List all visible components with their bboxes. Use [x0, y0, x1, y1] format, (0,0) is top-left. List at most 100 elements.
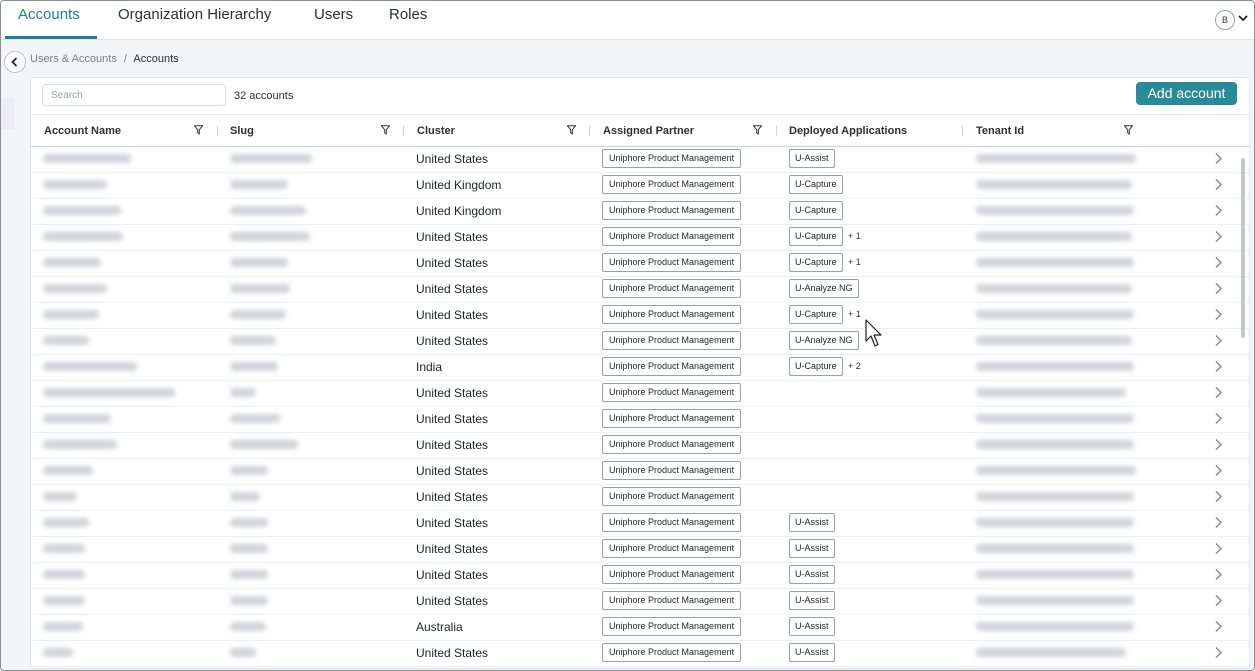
table-row[interactable]: United States Uniphore Product Management… [31, 250, 1249, 277]
mouse-cursor-icon [865, 319, 882, 347]
table-row[interactable]: United States Uniphore Product Management… [31, 510, 1249, 537]
search-input[interactable] [42, 84, 226, 106]
chevron-right-icon[interactable] [1214, 516, 1223, 529]
collapse-sidebar-button[interactable] [4, 51, 26, 73]
slug-redacted [230, 570, 268, 579]
more-applications-count[interactable]: + 2 [848, 361, 861, 371]
chevron-right-icon[interactable] [1214, 594, 1223, 607]
column-separator [217, 126, 218, 136]
chevron-right-icon[interactable] [1214, 646, 1223, 659]
application-badge: U-Assist [789, 565, 835, 584]
application-badge: U-Analyze NG [789, 279, 859, 298]
table-row[interactable]: United Kingdom Uniphore Product Managemen… [31, 198, 1249, 225]
filter-icon[interactable] [567, 125, 576, 135]
scrollbar[interactable] [1241, 158, 1245, 338]
chevron-right-icon[interactable] [1214, 178, 1223, 191]
chevron-right-icon[interactable] [1214, 204, 1223, 217]
column-separator [776, 126, 777, 136]
table-row[interactable]: United States Uniphore Product Management… [31, 328, 1249, 355]
chevron-right-icon[interactable] [1214, 230, 1223, 243]
table-row[interactable]: United States Uniphore Product Management [31, 458, 1249, 485]
chevron-right-icon[interactable] [1214, 542, 1223, 555]
chevron-right-icon[interactable] [1214, 282, 1223, 295]
table-row[interactable]: United Kingdom Uniphore Product Managemen… [31, 172, 1249, 199]
chevron-right-icon[interactable] [1214, 464, 1223, 477]
table-row[interactable]: United States Uniphore Product Management [31, 484, 1249, 511]
table-row[interactable]: India Uniphore Product Management U-Captur… [31, 354, 1249, 381]
column-header-tenant-id[interactable]: Tenant Id [976, 125, 1024, 137]
breadcrumb-separator: / [123, 53, 127, 65]
avatar[interactable]: B [1215, 10, 1235, 30]
account-name-redacted [43, 206, 121, 215]
account-name-redacted [43, 258, 101, 267]
slug-redacted [230, 622, 266, 631]
filter-icon[interactable] [194, 125, 203, 135]
chevron-right-icon[interactable] [1214, 490, 1223, 503]
tab-organization-hierarchy[interactable]: Organization Hierarchy [118, 6, 271, 23]
tenant-id-redacted [976, 544, 1134, 553]
tenant-id-redacted [976, 466, 1136, 475]
sidebar-hint [1, 99, 15, 129]
tab-accounts[interactable]: Accounts [18, 6, 80, 23]
chevron-right-icon[interactable] [1214, 438, 1223, 451]
chevron-right-icon[interactable] [1214, 386, 1223, 399]
slug-redacted [230, 544, 268, 553]
table-row[interactable]: United States Uniphore Product Management… [31, 640, 1249, 667]
chevron-right-icon[interactable] [1214, 568, 1223, 581]
filter-icon[interactable] [1124, 125, 1133, 135]
table-row[interactable]: United States Uniphore Product Management… [31, 224, 1249, 251]
more-applications-count[interactable]: + 1 [848, 231, 861, 241]
chevron-right-icon[interactable] [1214, 256, 1223, 269]
slug-redacted [230, 362, 278, 371]
partner-badge: Uniphore Product Management [602, 565, 742, 584]
cluster-cell: United States [416, 542, 489, 556]
table-row[interactable]: United States Uniphore Product Management [31, 432, 1249, 459]
partner-badge: Uniphore Product Management [602, 201, 742, 220]
table-row[interactable]: United States Uniphore Product Management [31, 380, 1249, 407]
table-row[interactable]: United States Uniphore Product Management… [31, 146, 1249, 173]
table-row[interactable]: United States Uniphore Product Management… [31, 302, 1249, 329]
column-header-deployed-applications[interactable]: Deployed Applications [789, 125, 907, 137]
add-account-button[interactable]: Add account [1136, 82, 1237, 105]
cluster-cell: United States [416, 230, 489, 244]
table-row[interactable]: United States Uniphore Product Management… [31, 588, 1249, 615]
cluster-cell: United States [416, 412, 489, 426]
table-row[interactable]: United States Uniphore Product Management… [31, 536, 1249, 563]
account-name-redacted [43, 284, 107, 293]
more-applications-count[interactable]: + 1 [848, 257, 861, 267]
tab-users[interactable]: Users [314, 6, 353, 23]
tenant-id-redacted [976, 622, 1134, 631]
column-header-cluster[interactable]: Cluster [417, 125, 455, 137]
column-header-assigned-partner[interactable]: Assigned Partner [603, 125, 694, 137]
partner-badge: Uniphore Product Management [602, 305, 742, 324]
app-window: Accounts Organization Hierarchy Users Ro… [0, 0, 1255, 671]
breadcrumb-parent[interactable]: Users & Accounts [30, 53, 117, 65]
column-header-account-name[interactable]: Account Name [44, 125, 121, 137]
chevron-right-icon[interactable] [1214, 308, 1223, 321]
application-badge: U-Capture [789, 305, 843, 324]
slug-redacted [230, 596, 268, 605]
tab-roles[interactable]: Roles [389, 6, 427, 23]
chevron-down-icon[interactable] [1237, 12, 1249, 24]
filter-icon[interactable] [381, 125, 390, 135]
tenant-id-redacted [976, 388, 1126, 397]
partner-badge: Uniphore Product Management [602, 331, 742, 350]
more-applications-count[interactable]: + 1 [848, 309, 861, 319]
chevron-right-icon[interactable] [1214, 620, 1223, 633]
cluster-cell: United States [416, 464, 489, 478]
chevron-right-icon[interactable] [1214, 360, 1223, 373]
cluster-cell: United Kingdom [416, 204, 502, 218]
table-row[interactable]: United States Uniphore Product Management… [31, 276, 1249, 303]
chevron-right-icon[interactable] [1214, 152, 1223, 165]
filter-icon[interactable] [753, 125, 762, 135]
table-row[interactable]: Australia Uniphore Product Management U-As… [31, 614, 1249, 641]
chevron-right-icon[interactable] [1214, 334, 1223, 347]
application-badge: U-Capture [789, 253, 843, 272]
account-name-redacted [43, 648, 73, 657]
column-header-slug[interactable]: Slug [230, 125, 254, 137]
chevron-right-icon[interactable] [1214, 412, 1223, 425]
table-row[interactable]: United States Uniphore Product Management [31, 406, 1249, 433]
table-row[interactable]: United States Uniphore Product Management… [31, 562, 1249, 589]
account-name-redacted [43, 492, 77, 501]
application-badge: U-Analyze NG [789, 331, 859, 350]
